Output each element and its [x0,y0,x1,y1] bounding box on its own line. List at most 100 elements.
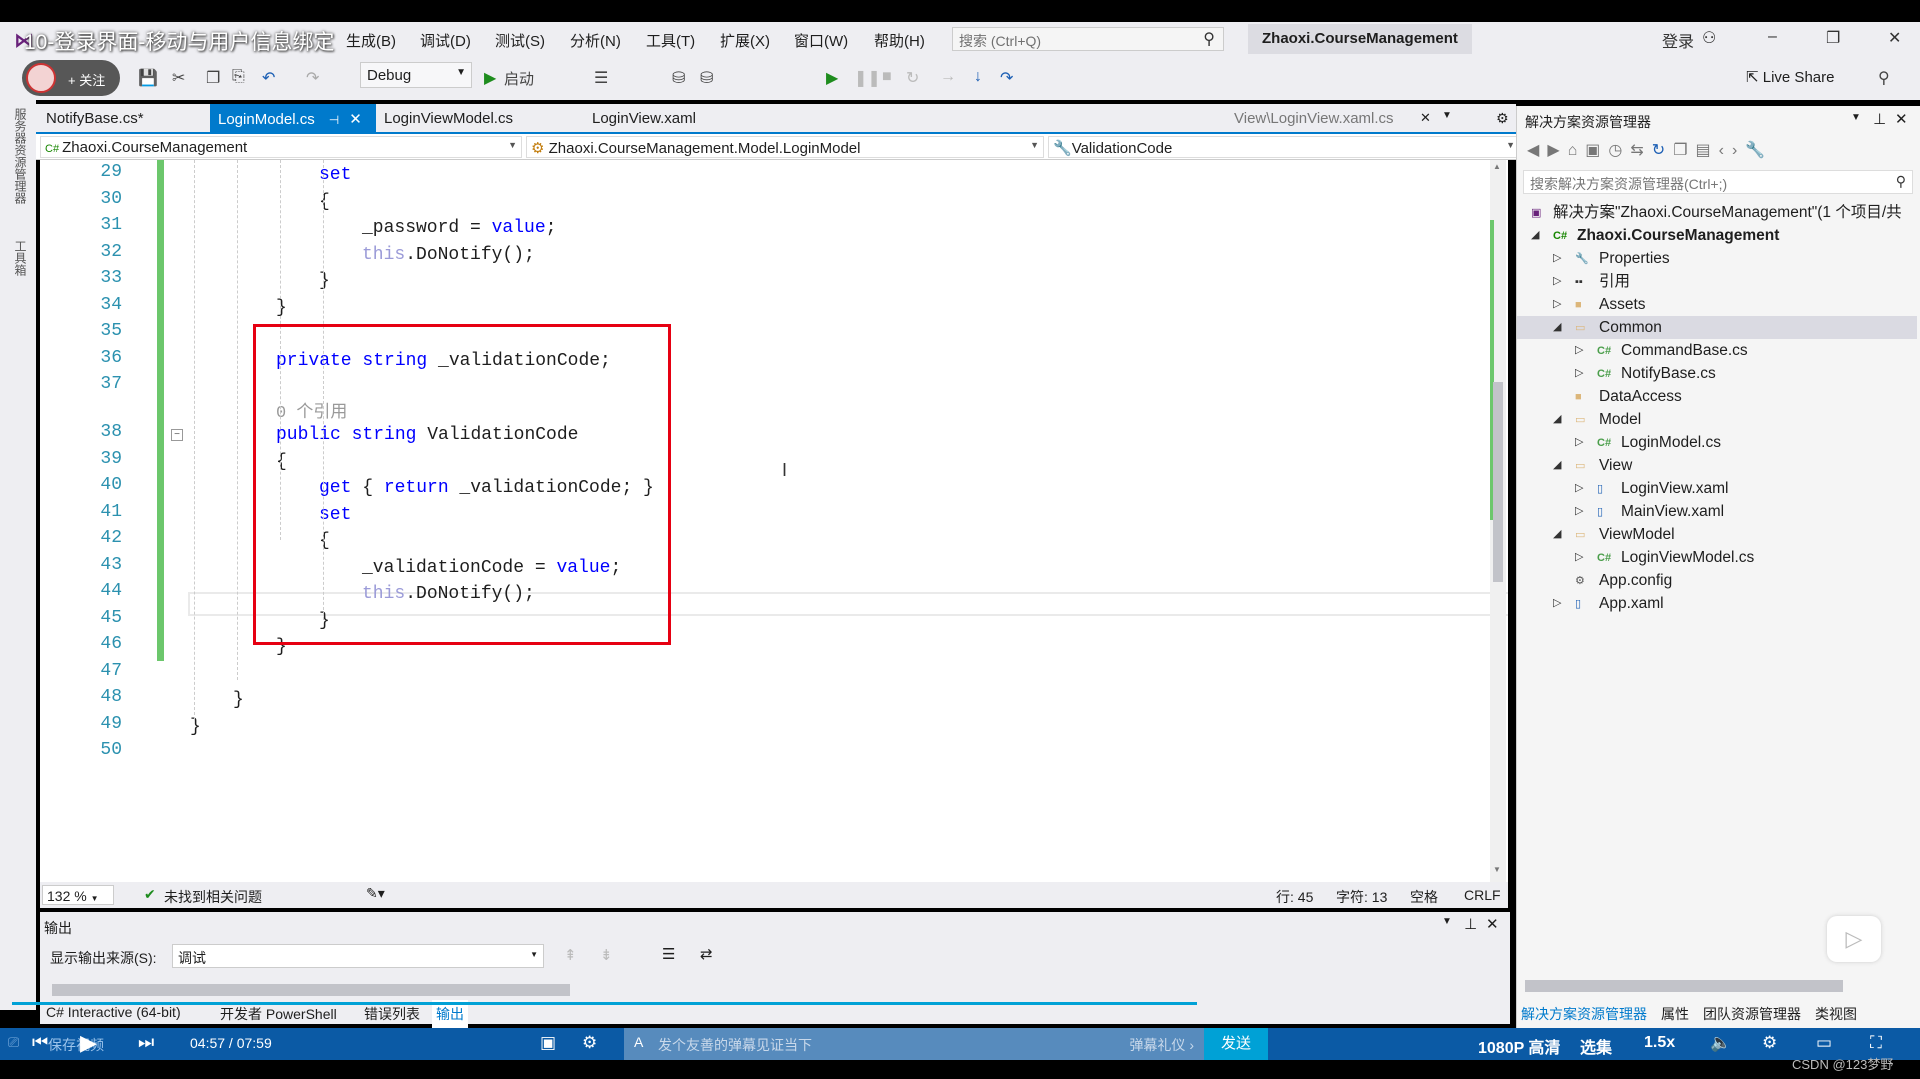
tree-item[interactable]: ▷ C# LoginViewModel.cs [1517,546,1917,569]
project-dropdown[interactable]: C# Zhaoxi.CourseManagement ▼ [40,136,522,158]
code-view-icon[interactable]: ‹› [1719,142,1746,159]
back-icon[interactable]: ◀ [1527,142,1547,159]
class-dropdown[interactable]: ⚙ Zhaoxi.CourseManagement.Model.LoginMod… [526,136,1044,158]
scroll-up-icon[interactable]: ▲ [1493,162,1501,171]
restart-icon[interactable]: ↻ [906,68,919,88]
play-icon[interactable]: ▶ [80,1030,97,1056]
pin-icon[interactable]: ⊣ [329,113,339,127]
restore-button[interactable]: ❐ [1826,28,1840,48]
menu-build[interactable]: 生成(B) [346,30,396,51]
close-tab-icon[interactable]: ✕ [349,111,362,128]
output-source-select[interactable]: 调试 ▼ [172,944,544,968]
copy-icon[interactable]: ❐ [206,68,220,88]
tree-item[interactable]: ▷ 🔧 Properties [1517,247,1917,270]
fullscreen-icon[interactable]: ⛶ [1870,1033,1882,1053]
next-icon[interactable]: ⏭ [138,1032,154,1053]
undo-icon[interactable]: ↶ [262,68,275,88]
danmu-settings-icon[interactable]: ⚙ [582,1033,597,1053]
expand-arrow-icon[interactable]: ▷ [1575,431,1583,454]
run-icon[interactable]: ▶ [826,68,838,88]
collapse-arrow-icon[interactable]: ◢ [1531,224,1539,247]
tab-solution-explorer[interactable]: 解决方案资源管理器 [1521,1006,1647,1022]
menu-help[interactable]: 帮助(H) [874,30,925,51]
send-button[interactable]: 发送 [1204,1028,1268,1060]
tab-loginmodel[interactable]: LoginModel.cs ⊣ ✕ [210,104,376,134]
pin-icon[interactable]: ⊥ [1464,915,1477,933]
menu-analyze[interactable]: 分析(N) [570,30,621,51]
output-horizontal-scrollbar[interactable] [52,984,570,996]
tv-play-icon[interactable]: ▷ [1827,916,1881,962]
code-line[interactable]: this.DoNotify(); [362,242,535,268]
tab-error-list[interactable]: 错误列表 [364,1004,420,1024]
tree-item[interactable]: ▷ C# LoginModel.cs [1517,431,1917,454]
code-line[interactable]: } [233,687,244,713]
code-line[interactable]: } [319,268,330,294]
expand-arrow-icon[interactable]: ▷ [1575,500,1583,523]
tree-item[interactable]: ⚙ App.config [1517,569,1917,592]
scrollbar-thumb[interactable] [1493,382,1503,582]
sync-icon[interactable]: ⇆ [1630,142,1651,159]
step-over-icon[interactable]: ↷ [1000,68,1013,88]
server-explorer-tab[interactable]: 服务器资源管理器 [12,108,29,204]
tree-item[interactable]: ◢ ▭ Common [1517,316,1917,339]
menu-debug[interactable]: 调试(D) [420,30,471,51]
live-share-button[interactable]: ⇱ Live Share [1746,68,1834,86]
history-icon[interactable]: ◷ [1608,142,1630,159]
panel-dropdown-icon[interactable]: ▼ [1851,112,1861,123]
tab-list-dropdown-icon[interactable]: ▼ [1434,104,1460,134]
bookmark-icon[interactable]: ⛁ [672,68,685,88]
panel-dropdown-icon[interactable]: ▼ [1442,916,1452,927]
switch-views-icon[interactable]: ▣ [1585,142,1608,159]
tab-team-explorer[interactable]: 团队资源管理器 [1703,1006,1801,1022]
tab-loginview-xaml[interactable]: LoginView.xaml [584,104,704,134]
expand-arrow-icon[interactable]: ▷ [1575,546,1583,569]
tree-item[interactable]: ▷ ▪▪ 引用 [1517,270,1917,293]
danmu-etiquette-link[interactable]: 弹幕礼仪 › [1129,1035,1194,1055]
save-icon[interactable]: 💾 [138,68,158,88]
follow-overlay[interactable]: + 关注 [22,60,120,96]
redo-icon[interactable]: ↷ [306,68,319,88]
save-video-icon[interactable]: ⎚ [8,1034,19,1051]
tree-item[interactable]: ▷ ▯ LoginView.xaml [1517,477,1917,500]
start-icon[interactable]: ▶ [484,68,496,88]
properties-wrench-icon[interactable]: 🔧 [1745,142,1773,159]
collapse-arrow-icon[interactable]: ◢ [1553,523,1561,546]
expand-arrow-icon[interactable]: ▷ [1553,293,1561,316]
tree-item[interactable]: ◢ ▭ Model [1517,408,1917,431]
comment-icon[interactable]: ☰ [594,68,608,88]
tree-item[interactable]: ▣ 解决方案"Zhaoxi.CourseManagement"(1 个项目/共 [1517,201,1917,224]
expand-arrow-icon[interactable]: ▷ [1575,339,1583,362]
goto-prev-icon[interactable]: ⇞ [564,946,577,964]
close-panel-icon[interactable]: ✕ [1895,110,1908,128]
scroll-down-icon[interactable]: ▼ [1493,865,1501,874]
step-arrow-icon[interactable]: → [940,68,956,86]
issues-status[interactable]: 未找到相关问题 [164,887,262,907]
danmu-style-icon[interactable]: A [634,1034,643,1050]
collapse-all-icon[interactable]: ❐ [1673,142,1695,159]
tab-notifybase[interactable]: NotifyBase.cs* [38,104,152,134]
user-icon[interactable]: ⚇ [1702,28,1716,48]
member-dropdown[interactable]: 🔧ValidationCode ▼ [1048,136,1520,158]
tab-csharp-interactive[interactable]: C# Interactive (64-bit) [46,1004,181,1020]
tree-item[interactable]: ◢ C# Zhaoxi.CourseManagement [1517,224,1917,247]
solution-search-input[interactable]: 搜索解决方案资源管理器(Ctrl+;) ⚲ [1523,170,1913,194]
bookmark-icon[interactable]: ⛁ [700,68,713,88]
danmu-toggle-icon[interactable]: ▣ [540,1033,556,1053]
tab-developer-powershell[interactable]: 开发者 PowerShell [220,1004,337,1024]
settings-gear-icon[interactable]: ⚙ [1488,104,1517,134]
menu-test[interactable]: 测试(S) [495,30,545,51]
goto-next-icon[interactable]: ⇟ [600,946,613,964]
feedback-icon[interactable]: ⚲ [1878,68,1890,88]
refresh-icon[interactable]: ↻ [1652,142,1673,159]
expand-arrow-icon[interactable]: ▷ [1553,592,1561,615]
configuration-select[interactable]: Debug ▼ [360,62,472,88]
tab-loginviewmodel[interactable]: LoginViewModel.cs [376,104,521,134]
start-button[interactable]: 启动 [504,68,534,89]
tree-item[interactable]: ◢ ▭ ViewModel [1517,523,1917,546]
pause-icon[interactable]: ❚❚ [854,68,881,88]
show-all-files-icon[interactable]: ▤ [1696,142,1719,159]
pin-icon[interactable]: ⊥ [1873,110,1886,128]
tree-item[interactable]: ▷ ▯ MainView.xaml [1517,500,1917,523]
zoom-select[interactable]: 132 % ▼ [42,885,114,905]
brush-icon[interactable]: ✎▾ [366,885,385,902]
